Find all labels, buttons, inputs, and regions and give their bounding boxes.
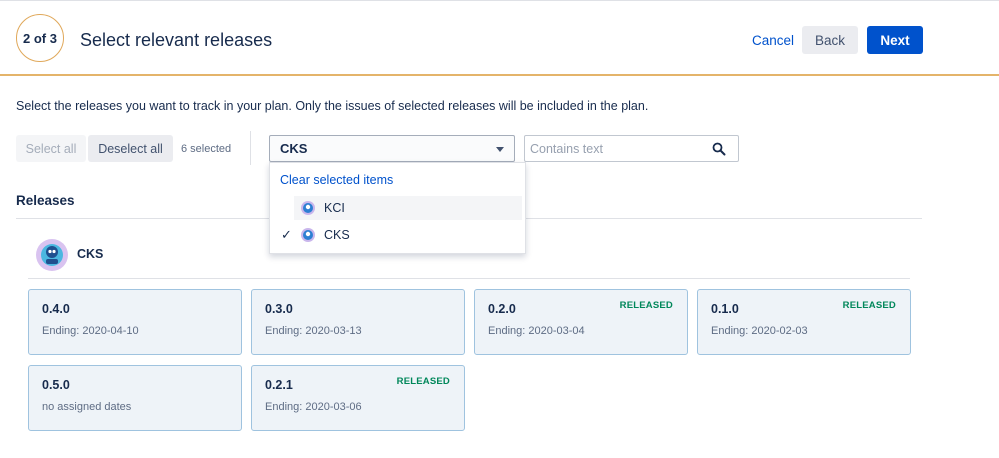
deselect-all-button[interactable]: Deselect all bbox=[88, 135, 173, 162]
release-name: 0.5.0 bbox=[42, 378, 70, 392]
release-date: no assigned dates bbox=[42, 401, 132, 413]
release-name: 0.3.0 bbox=[265, 302, 293, 316]
project-filter-select[interactable]: CKS bbox=[269, 135, 515, 162]
dropdown-option-cks[interactable]: ✓ CKS bbox=[270, 223, 525, 249]
project-name: CKS bbox=[77, 247, 104, 261]
released-badge: RELEASED bbox=[619, 300, 673, 311]
check-icon: ✓ bbox=[281, 227, 292, 242]
release-name: 0.1.0 bbox=[711, 302, 739, 316]
next-button[interactable]: Next bbox=[867, 26, 923, 54]
page-title: Select relevant releases bbox=[80, 30, 273, 50]
toolbar-divider bbox=[250, 131, 251, 165]
search-input[interactable] bbox=[530, 140, 705, 158]
release-date: Ending: 2020-04-10 bbox=[42, 325, 139, 337]
project-filter-dropdown: Clear selected items KCI ✓ CKS bbox=[269, 162, 526, 254]
select-all-button[interactable]: Select all bbox=[16, 135, 86, 162]
release-date: Ending: 2020-03-04 bbox=[488, 325, 585, 337]
option-label: CKS bbox=[324, 228, 350, 242]
back-button[interactable]: Back bbox=[802, 26, 858, 54]
step-indicator: 2 of 3 bbox=[16, 14, 64, 62]
release-name: 0.4.0 bbox=[42, 302, 70, 316]
search-icon[interactable] bbox=[712, 142, 726, 156]
clear-selected-link[interactable]: Clear selected items bbox=[280, 173, 393, 187]
header-divider bbox=[0, 74, 999, 76]
search-box bbox=[524, 135, 739, 162]
top-border bbox=[0, 0, 999, 4]
project-avatar-icon bbox=[301, 228, 315, 242]
project-avatar-icon bbox=[36, 239, 68, 271]
option-label: KCI bbox=[324, 201, 345, 215]
released-badge: RELEASED bbox=[842, 300, 896, 311]
release-date: Ending: 2020-03-06 bbox=[265, 401, 362, 413]
release-name: 0.2.0 bbox=[488, 302, 516, 316]
release-card[interactable]: 0.2.0 RELEASED Ending: 2020-03-04 bbox=[474, 289, 688, 355]
instructions-text: Select the releases you want to track in… bbox=[16, 99, 649, 113]
release-name: 0.2.1 bbox=[265, 378, 293, 392]
release-card[interactable]: 0.1.0 RELEASED Ending: 2020-02-03 bbox=[697, 289, 911, 355]
releases-heading: Releases bbox=[16, 193, 75, 208]
project-avatar-icon bbox=[301, 201, 315, 215]
chevron-down-icon bbox=[496, 147, 504, 152]
released-badge: RELEASED bbox=[396, 376, 450, 387]
project-divider bbox=[28, 278, 910, 279]
dropdown-option-kci[interactable]: KCI bbox=[270, 196, 525, 222]
release-date: Ending: 2020-02-03 bbox=[711, 325, 808, 337]
release-card[interactable]: 0.3.0 Ending: 2020-03-13 bbox=[251, 289, 465, 355]
release-card[interactable]: 0.2.1 RELEASED Ending: 2020-03-06 bbox=[251, 365, 465, 431]
release-card[interactable]: 0.5.0 no assigned dates bbox=[28, 365, 242, 431]
project-filter-value: CKS bbox=[280, 141, 308, 156]
cancel-button[interactable]: Cancel bbox=[748, 27, 798, 54]
release-card[interactable]: 0.4.0 Ending: 2020-04-10 bbox=[28, 289, 242, 355]
release-date: Ending: 2020-03-13 bbox=[265, 325, 362, 337]
selected-count: 6 selected bbox=[181, 143, 232, 155]
